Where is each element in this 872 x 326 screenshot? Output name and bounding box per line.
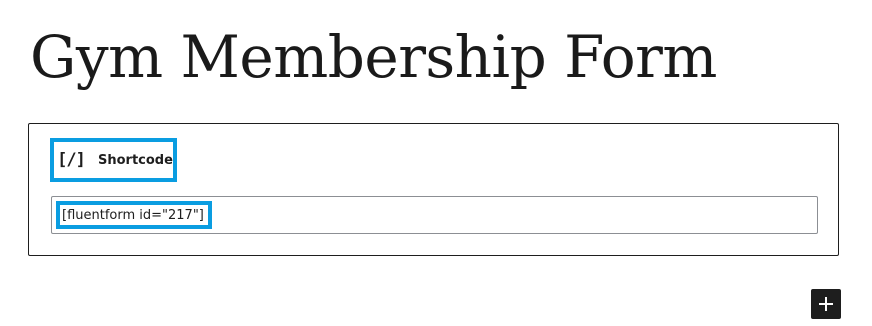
- shortcode-input-value[interactable]: [fluentform id="217"]: [56, 201, 212, 229]
- shortcode-icon: [/]: [57, 150, 86, 170]
- block-label: [/] Shortcode: [50, 138, 177, 182]
- block-name-label: Shortcode: [98, 152, 173, 168]
- add-block-button[interactable]: [811, 289, 841, 319]
- page-title[interactable]: Gym Membership Form: [30, 18, 717, 96]
- shortcode-input[interactable]: [fluentform id="217"]: [51, 196, 818, 234]
- shortcode-block[interactable]: [/] Shortcode [fluentform id="217"]: [28, 123, 839, 256]
- plus-icon: [818, 296, 834, 312]
